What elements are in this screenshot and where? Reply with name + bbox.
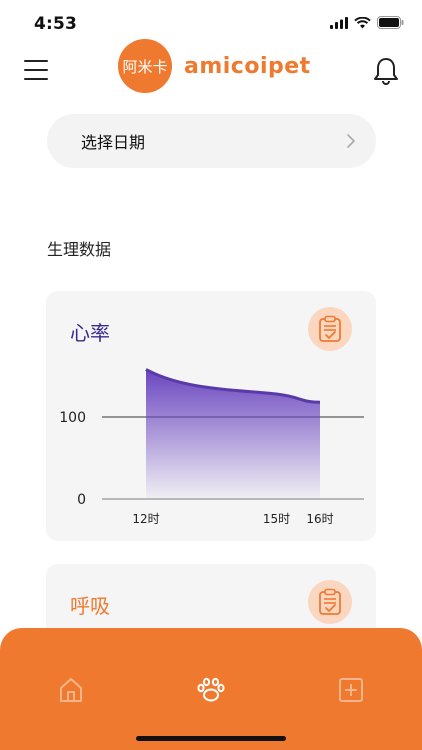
tab-pet[interactable]	[193, 672, 229, 708]
card-title-breathing: 呼吸	[70, 594, 110, 618]
menu-icon	[24, 60, 48, 80]
breathing-record-button[interactable]	[308, 580, 352, 624]
x-tick-label: 15时	[263, 512, 290, 526]
bell-icon	[374, 58, 398, 85]
chevron-right-icon	[347, 134, 355, 148]
tab-home[interactable]	[53, 672, 89, 708]
signal-icon	[330, 16, 348, 29]
x-tick-label: 12时	[132, 512, 159, 526]
notification-button[interactable]	[372, 56, 400, 86]
clipboard-check-icon	[319, 588, 341, 615]
home-indicator	[136, 736, 286, 741]
menu-button[interactable]	[22, 57, 50, 83]
logo-wordmark: amicoipet	[184, 54, 311, 79]
date-picker-label: 选择日期	[81, 133, 146, 152]
tab-add[interactable]	[333, 672, 369, 708]
heart-rate-card[interactable]: 心率 0 100 12时 15时 16时	[46, 291, 376, 541]
y-tick-label: 100	[59, 410, 86, 426]
x-tick-label: 16时	[306, 512, 333, 526]
paw-icon	[197, 677, 225, 702]
heart-rate-chart: 0 100 12时 15时 16时	[59, 368, 364, 526]
date-picker[interactable]: 选择日期	[47, 114, 376, 168]
app-logo: 阿米卡 amicoipet	[116, 37, 316, 97]
status-icons	[330, 16, 404, 29]
battery-icon	[377, 16, 404, 29]
add-box-icon	[339, 678, 363, 702]
status-time: 4:53	[34, 14, 78, 34]
home-icon	[60, 678, 82, 702]
y-tick-label: 0	[77, 492, 86, 508]
logo-badge-text: 阿米卡	[122, 58, 167, 76]
wifi-icon	[354, 16, 371, 28]
section-title: 生理数据	[47, 240, 112, 259]
